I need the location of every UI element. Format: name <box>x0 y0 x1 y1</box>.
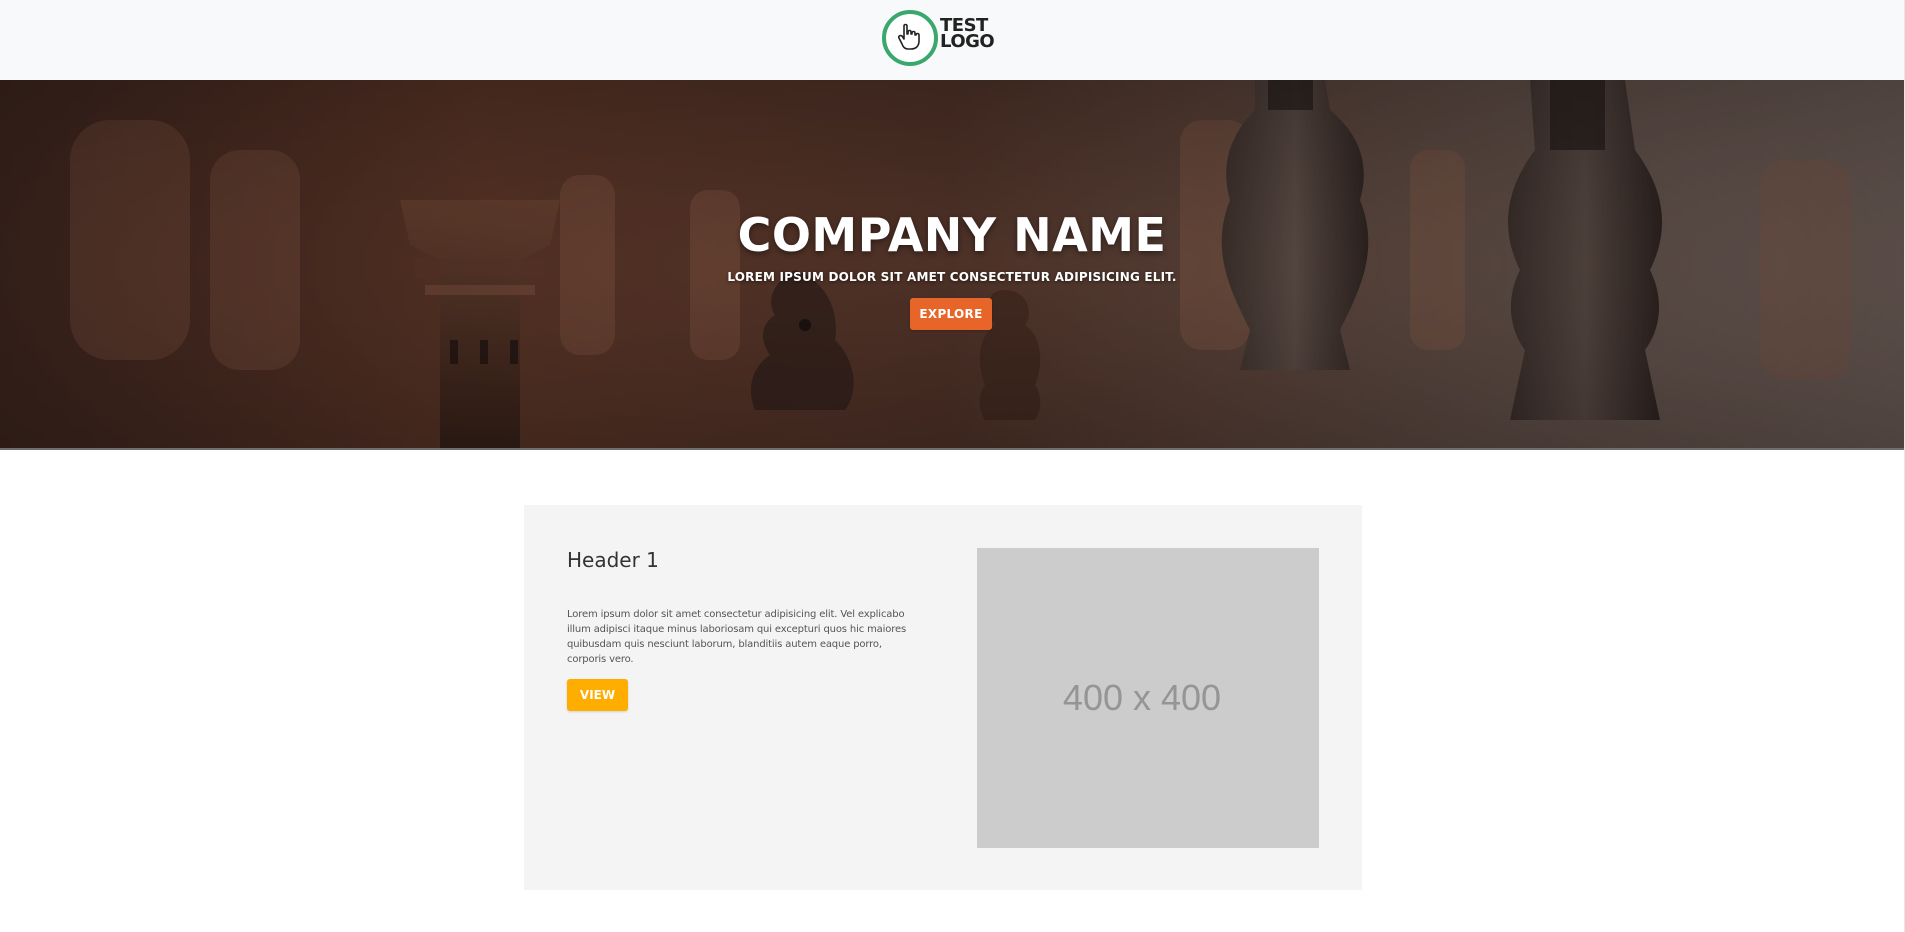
card-description: Lorem ipsum dolor sit amet consectetur a… <box>567 609 907 665</box>
logo-text-line2: LOGO <box>940 31 995 52</box>
hero-subtitle: LOREM IPSUM DOLOR SIT AMET CONSECTETUR A… <box>727 270 1177 284</box>
view-button[interactable]: VIEW <box>567 679 628 711</box>
hero-title: COMPANY NAME <box>737 208 1167 262</box>
feature-card: Header 1 Lorem ipsum dolor sit amet cons… <box>524 505 1362 890</box>
test-logo[interactable]: TEST LOGO <box>882 10 995 66</box>
image-placeholder: 400 x 400 <box>977 548 1319 848</box>
explore-button[interactable]: EXPLORE <box>910 298 992 330</box>
image-placeholder-label: 400 x 400 <box>1062 677 1222 718</box>
card-title: Header 1 <box>567 548 659 572</box>
top-logo-bar: TEST LOGO <box>0 0 1904 80</box>
logo-text: TEST LOGO <box>940 17 1000 52</box>
hero-banner: COMPANY NAME LOREM IPSUM DOLOR SIT AMET … <box>0 80 1904 450</box>
hero-overlay <box>0 80 1904 448</box>
hand-pointer-icon <box>897 23 920 50</box>
